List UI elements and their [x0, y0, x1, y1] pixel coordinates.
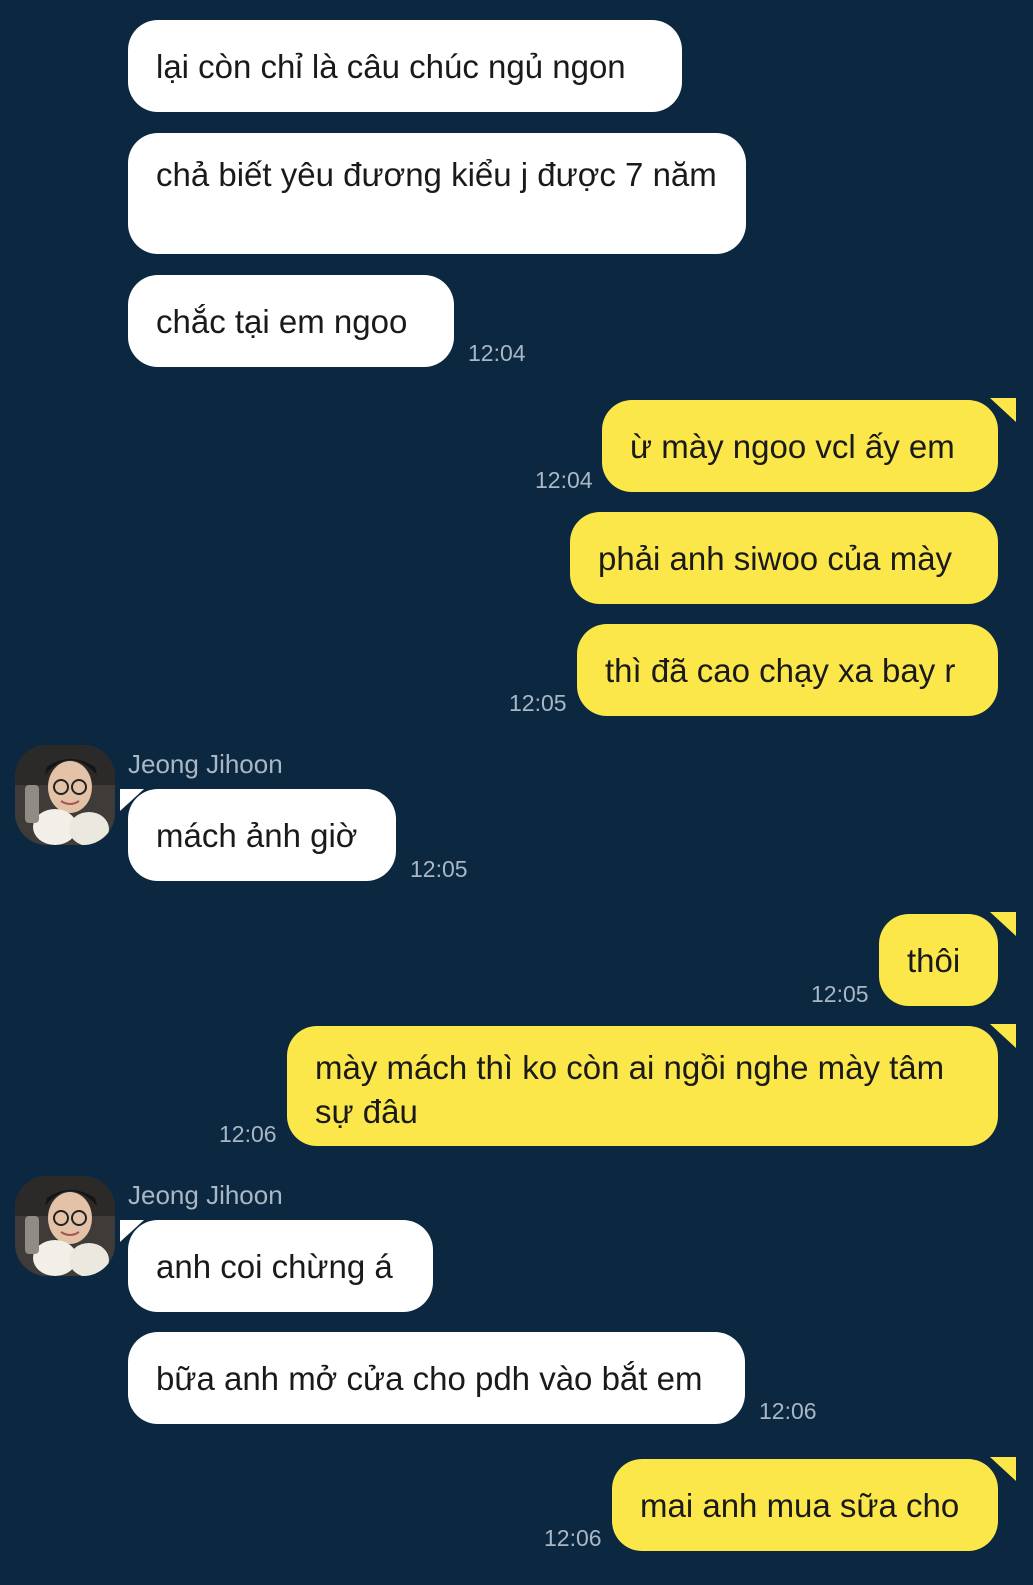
- message-text: bữa anh mở cửa cho pdh vào bắt em: [156, 1360, 703, 1397]
- message-bubble-incoming[interactable]: bữa anh mở cửa cho pdh vào bắt em: [128, 1332, 745, 1424]
- message-text: mai anh mua sữa cho: [640, 1487, 960, 1524]
- avatar-photo-icon: [15, 745, 115, 845]
- bubble-tail: [120, 789, 156, 811]
- message-bubble-incoming[interactable]: lại còn chỉ là câu chúc ngủ ngon: [128, 20, 682, 112]
- message-text: phải anh siwoo của mày: [598, 540, 953, 577]
- message-text: ừ mày ngoo vcl ấy em: [630, 428, 955, 465]
- message-bubble-outgoing[interactable]: mày mách thì ko còn ai ngồi nghe mày tâm…: [287, 1026, 998, 1146]
- message-bubble-outgoing[interactable]: mai anh mua sữa cho: [612, 1459, 998, 1551]
- bubble-tail: [978, 912, 1016, 936]
- message-text: mày mách thì ko còn ai ngồi nghe mày tâm…: [315, 1049, 945, 1130]
- contact-name: Jeong Jihoon: [128, 1180, 283, 1210]
- message-text: anh coi chừng á: [156, 1248, 393, 1285]
- message-text: thì đã cao chạy xa bay r: [605, 652, 956, 689]
- message-timestamp: 12:04: [468, 340, 526, 366]
- message-text: chắc tại em ngoo: [156, 303, 408, 340]
- contact-name: Jeong Jihoon: [128, 749, 283, 779]
- contact-avatar[interactable]: [15, 1176, 115, 1276]
- message-bubble-incoming[interactable]: chắc tại em ngoo: [128, 275, 454, 367]
- message-bubble-outgoing[interactable]: ừ mày ngoo vcl ấy em: [602, 400, 998, 492]
- avatar-photo-icon: [15, 1176, 115, 1276]
- message-timestamp: 12:06: [544, 1525, 602, 1551]
- message-timestamp: 12:04: [535, 467, 593, 493]
- bubble-tail: [978, 1024, 1016, 1048]
- message-timestamp: 12:05: [811, 981, 869, 1007]
- message-text: chả biết yêu đương kiểu j được 7 năm: [156, 156, 717, 193]
- message-text: thôi: [907, 942, 961, 979]
- message-timestamp: 12:05: [509, 690, 567, 716]
- message-timestamp: 12:06: [219, 1121, 277, 1147]
- message-timestamp: 12:05: [410, 856, 468, 882]
- message-bubble-incoming[interactable]: anh coi chừng á: [128, 1220, 433, 1312]
- message-bubble-incoming[interactable]: mách ảnh giờ: [128, 789, 396, 881]
- message-text: lại còn chỉ là câu chúc ngủ ngon: [156, 48, 626, 85]
- message-bubble-incoming[interactable]: chả biết yêu đương kiểu j được 7 năm: [128, 133, 746, 254]
- message-bubble-outgoing[interactable]: thì đã cao chạy xa bay r: [577, 624, 998, 716]
- contact-avatar[interactable]: [15, 745, 115, 845]
- bubble-tail: [978, 398, 1016, 422]
- bubble-tail: [120, 1220, 156, 1242]
- bubble-tail: [978, 1457, 1016, 1481]
- message-text: mách ảnh giờ: [156, 817, 358, 854]
- message-timestamp: 12:06: [759, 1398, 817, 1424]
- message-bubble-outgoing[interactable]: phải anh siwoo của mày: [570, 512, 998, 604]
